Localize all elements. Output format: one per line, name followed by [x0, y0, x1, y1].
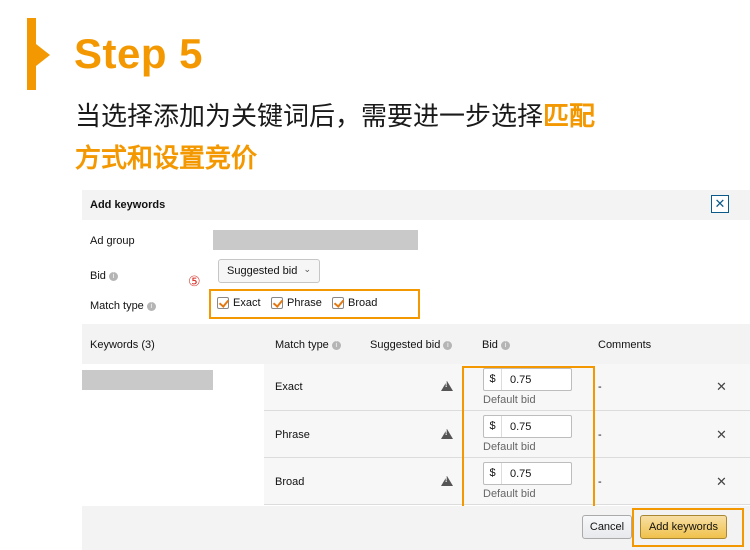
dialog-title: Add keywords	[90, 199, 166, 211]
row-match-type: Broad	[275, 476, 305, 488]
step-title: Step 5	[74, 30, 204, 77]
bid-strategy-select[interactable]: Suggested bid ⌄	[218, 259, 320, 283]
row-match-type: Phrase	[275, 429, 310, 441]
remove-row-icon[interactable]: ✕	[716, 427, 727, 443]
warning-icon: !	[441, 476, 453, 486]
warning-icon: !	[441, 381, 453, 391]
bid-label-row: Bid i	[90, 270, 118, 282]
add-button-highlight-box	[632, 508, 744, 547]
match-broad-checkbox[interactable]: Broad	[332, 297, 378, 310]
bid-column-highlight-box	[462, 366, 595, 510]
th-match-type: Match type i	[275, 339, 341, 351]
row-comment: -	[598, 381, 602, 393]
dialog-header: Add keywords ✕	[82, 190, 750, 220]
checkmark-icon	[217, 297, 229, 310]
info-icon: i	[108, 271, 118, 281]
add-keywords-dialog: Add keywords ✕ Ad group Bid i Suggested b…	[82, 190, 750, 550]
bid-label: Bid	[90, 270, 106, 282]
chevron-down-icon: ⌄	[303, 264, 311, 274]
th-suggested-bid: Suggested bid i	[370, 339, 453, 351]
close-icon[interactable]: ✕	[711, 195, 729, 213]
th-bid-label: Bid	[482, 339, 498, 351]
step-accent-bar	[27, 18, 36, 90]
step-description: 当选择添加为关键词后，需要进一步选择匹配 方式和设置竞价	[75, 96, 715, 180]
row-comment: -	[598, 429, 602, 441]
ad-group-value-redacted	[213, 230, 418, 250]
remove-row-icon[interactable]: ✕	[716, 474, 727, 490]
bid-select-value: Suggested bid	[227, 265, 298, 277]
info-icon: i	[146, 301, 156, 311]
match-phrase-label: Phrase	[287, 297, 322, 309]
keyword-value-redacted	[82, 370, 213, 390]
remove-row-icon[interactable]: ✕	[716, 379, 727, 395]
match-broad-label: Broad	[348, 297, 378, 309]
step-marker: ⑤	[188, 274, 201, 290]
row-comment: -	[598, 476, 602, 488]
ad-group-label: Ad group	[90, 235, 135, 247]
th-match-type-label: Match type	[275, 339, 329, 351]
match-type-label-row: Match type i	[90, 300, 156, 312]
th-comments: Comments	[598, 339, 652, 351]
description-highlight-2: 方式和设置竞价	[75, 144, 258, 174]
th-suggested-bid-label: Suggested bid	[370, 339, 441, 351]
match-exact-label: Exact	[233, 297, 261, 309]
checkmark-icon	[271, 297, 283, 310]
warning-icon: !	[441, 429, 453, 439]
match-type-label: Match type	[90, 300, 144, 312]
match-exact-checkbox[interactable]: Exact	[217, 297, 261, 310]
th-bid: Bid i	[482, 339, 510, 351]
cancel-button[interactable]: Cancel	[582, 515, 632, 539]
info-icon: i	[500, 340, 510, 350]
step-arrow-icon	[36, 44, 50, 66]
description-text: 当选择添加为关键词后，需要进一步选择	[75, 102, 544, 132]
row-match-type: Exact	[275, 381, 303, 393]
checkmark-icon	[332, 297, 344, 310]
description-highlight-1: 匹配	[543, 102, 596, 132]
info-icon: i	[331, 340, 341, 350]
th-keywords: Keywords (3)	[90, 339, 155, 351]
match-phrase-checkbox[interactable]: Phrase	[271, 297, 322, 310]
info-icon: i	[443, 340, 453, 350]
